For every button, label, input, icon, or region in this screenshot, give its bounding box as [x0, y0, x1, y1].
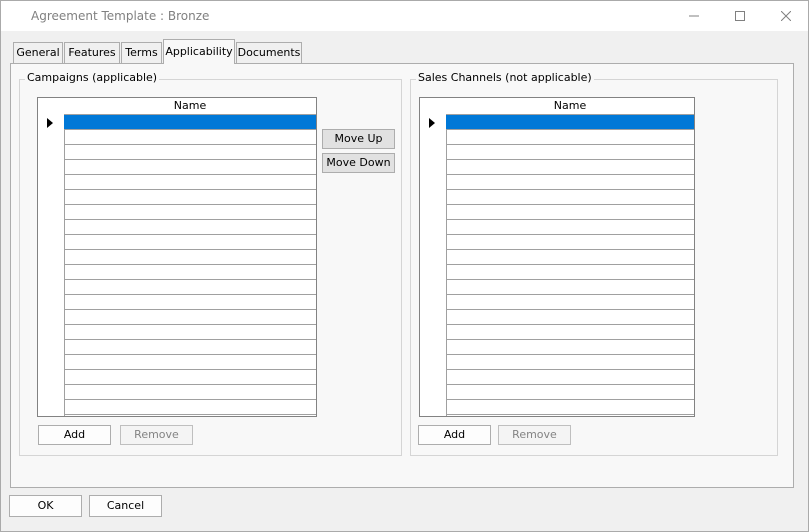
table-row[interactable] [446, 220, 694, 235]
campaigns-name-column-header[interactable]: Name [64, 98, 316, 115]
tab-terms[interactable]: Terms [121, 42, 162, 63]
table-row[interactable] [446, 340, 694, 355]
campaigns-rows [64, 115, 316, 415]
table-row[interactable] [446, 250, 694, 265]
tab-features[interactable]: Features [64, 42, 120, 63]
table-row[interactable] [64, 280, 316, 295]
current-row-indicator-icon [429, 118, 435, 128]
table-row[interactable] [446, 205, 694, 220]
campaigns-grid[interactable]: Name [37, 97, 317, 417]
sales-channels-legend: Sales Channels (not applicable) [416, 71, 594, 84]
cancel-button[interactable]: Cancel [89, 495, 162, 517]
table-row[interactable] [64, 160, 316, 175]
table-row[interactable] [64, 235, 316, 250]
row-header-column[interactable] [38, 98, 65, 416]
dialog-window: Agreement Template : Bronze General Feat… [0, 0, 809, 532]
table-row[interactable] [64, 295, 316, 310]
table-row[interactable] [64, 190, 316, 205]
table-row[interactable] [446, 295, 694, 310]
table-row[interactable] [64, 250, 316, 265]
tab-applicability[interactable]: Applicability [163, 39, 235, 64]
table-row[interactable] [446, 325, 694, 340]
table-row[interactable] [64, 220, 316, 235]
table-row[interactable] [446, 355, 694, 370]
ok-button[interactable]: OK [9, 495, 82, 517]
applicability-panel: Campaigns (applicable) Sales Channels (n… [10, 63, 794, 488]
title-bar[interactable]: Agreement Template : Bronze [1, 1, 808, 31]
sales-channels-rows [446, 115, 694, 415]
table-row[interactable] [446, 190, 694, 205]
maximize-button[interactable] [717, 1, 762, 31]
table-row[interactable] [64, 130, 316, 145]
table-row[interactable] [446, 145, 694, 160]
table-row[interactable] [64, 385, 316, 400]
current-row-indicator-icon [47, 118, 53, 128]
row-header-column[interactable] [420, 98, 447, 416]
tab-documents[interactable]: Documents [236, 42, 302, 63]
campaigns-add-button[interactable]: Add [38, 425, 111, 445]
table-row[interactable] [64, 400, 316, 415]
table-row[interactable] [446, 310, 694, 325]
campaigns-legend: Campaigns (applicable) [25, 71, 160, 84]
maximize-icon [734, 11, 745, 21]
tab-general[interactable]: General [13, 42, 63, 63]
table-row[interactable] [446, 130, 694, 145]
table-row[interactable] [64, 325, 316, 340]
table-row[interactable] [446, 370, 694, 385]
move-down-button[interactable]: Move Down [322, 153, 395, 173]
sales-channels-remove-button[interactable]: Remove [498, 425, 571, 445]
table-row[interactable] [64, 355, 316, 370]
table-row[interactable] [446, 115, 694, 130]
table-row[interactable] [64, 205, 316, 220]
table-row[interactable] [446, 385, 694, 400]
table-row[interactable] [446, 265, 694, 280]
close-icon [780, 11, 791, 21]
sales-channels-grid[interactable]: Name [419, 97, 695, 417]
table-row[interactable] [446, 400, 694, 415]
close-button[interactable] [763, 1, 808, 31]
table-row[interactable] [446, 160, 694, 175]
table-row[interactable] [446, 235, 694, 250]
table-row[interactable] [64, 340, 316, 355]
table-row[interactable] [64, 145, 316, 160]
table-row[interactable] [64, 265, 316, 280]
campaigns-remove-button[interactable]: Remove [120, 425, 193, 445]
table-row[interactable] [64, 115, 316, 130]
table-row[interactable] [64, 370, 316, 385]
move-up-button[interactable]: Move Up [322, 129, 395, 149]
table-row[interactable] [64, 310, 316, 325]
sales-channels-add-button[interactable]: Add [418, 425, 491, 445]
table-row[interactable] [64, 175, 316, 190]
minimize-icon [688, 15, 699, 17]
window-title: Agreement Template : Bronze [31, 9, 210, 23]
table-row[interactable] [446, 175, 694, 190]
sales-channels-name-column-header[interactable]: Name [446, 98, 694, 115]
minimize-button[interactable] [671, 1, 716, 31]
table-row[interactable] [446, 280, 694, 295]
